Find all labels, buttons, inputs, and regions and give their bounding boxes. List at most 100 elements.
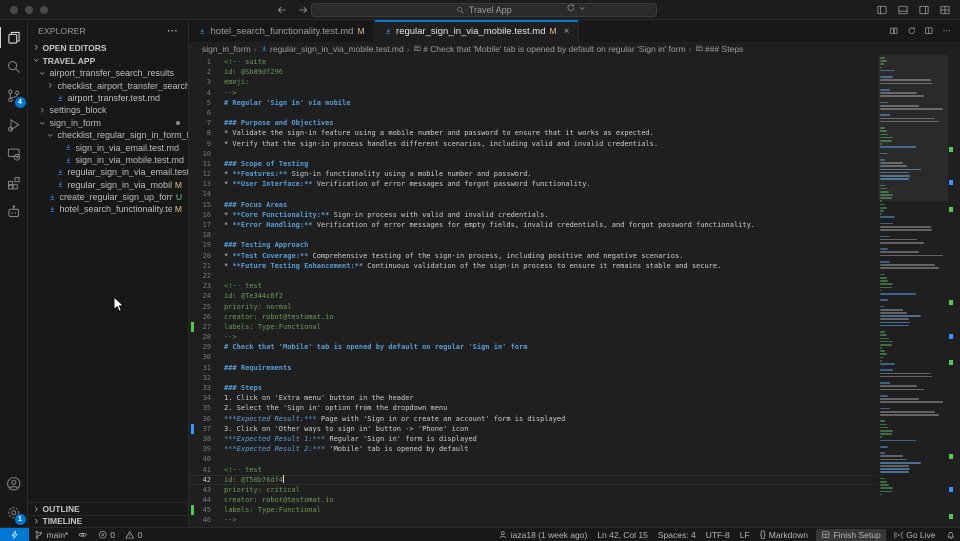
status-encoding[interactable]: UTF-8: [701, 528, 735, 541]
code-line-13[interactable]: 13* **User Interface:** Verification of …: [189, 179, 876, 189]
status-warnings[interactable]: 0: [120, 528, 147, 541]
activitybar-source-control[interactable]: 4: [0, 81, 28, 110]
code-line-20[interactable]: 20* **Test Coverage:** Comprehensive tes…: [189, 251, 876, 261]
code-line-4[interactable]: 4-->: [189, 88, 876, 98]
code-line-28[interactable]: 28-->: [189, 332, 876, 342]
tree-folder-airport-transfer-search-results[interactable]: airport_transfer_search_results: [28, 67, 188, 79]
minimap-slider[interactable]: [878, 55, 948, 201]
code-line-31[interactable]: 31### Requirements: [189, 363, 876, 373]
workspace-root[interactable]: TRAVEL APP: [28, 54, 188, 67]
tree-file-regular-sign-in-via-email-test-md[interactable]: regular_sign_in_via_email.test.md: [28, 166, 188, 178]
status-blame-author[interactable]: iaza18 (1 week ago): [493, 528, 592, 541]
code-line-9[interactable]: 9* Verify that the sign-in process handl…: [189, 139, 876, 149]
more-actions-icon[interactable]: [942, 26, 952, 36]
activitybar-extensions[interactable]: [0, 168, 28, 197]
breadcrumb-item[interactable]: sign_in_form: [202, 44, 251, 54]
status-indentation[interactable]: Spaces: 4: [653, 528, 701, 541]
status-cursor-position[interactable]: Ln 42, Col 15: [592, 528, 653, 541]
tab-hotel-search-functionality-test-md[interactable]: hotel_search_functionality.test.mdM: [189, 20, 375, 42]
breadcrumb-item[interactable]: ### Steps: [695, 44, 744, 54]
code-line-43[interactable]: 43priority: critical: [189, 485, 876, 495]
customize-layout-icon[interactable]: [939, 4, 951, 16]
overview-ruler[interactable]: [948, 55, 960, 527]
code-line-44[interactable]: 44creator: robot@testomat.io: [189, 495, 876, 505]
code-lines[interactable]: 1<!-- suite2id: @Sb89df2963emoji: 4-->5#…: [189, 57, 876, 527]
code-line-19[interactable]: 19### Testing Approach: [189, 240, 876, 250]
close-window-icon[interactable]: [10, 6, 18, 14]
code-line-24[interactable]: 24id: @Te344c6f2: [189, 291, 876, 301]
code-line-15[interactable]: 15### Focus Areas: [189, 200, 876, 210]
code-line-41[interactable]: 41<!-- test: [189, 465, 876, 475]
code-line-46[interactable]: 46-->: [189, 515, 876, 525]
open-editors-section[interactable]: OPEN EDITORS: [28, 41, 188, 54]
code-line-45[interactable]: 45labels: Type:Functional: [189, 505, 876, 515]
tree-folder-settings-block[interactable]: settings_block: [28, 104, 188, 116]
close-icon[interactable]: ×: [564, 26, 570, 37]
code-line-25[interactable]: 25priority: normal: [189, 302, 876, 312]
code-line-33[interactable]: 33### Steps: [189, 383, 876, 393]
activitybar-settings[interactable]: 1: [0, 498, 28, 527]
tab-regular-sign-in-via-mobile-test-md[interactable]: regular_sign_in_via_mobile.test.mdM×: [375, 20, 580, 42]
breadcrumb-item[interactable]: # Check that 'Mobile' tab is opened by d…: [413, 44, 686, 54]
activitybar-remote-explorer[interactable]: [0, 139, 28, 168]
remote-indicator[interactable]: [0, 528, 29, 541]
status-git-branch[interactable]: main*: [29, 528, 73, 541]
chevron-down-icon[interactable]: [578, 4, 587, 13]
status-gitlens-toggle[interactable]: [73, 528, 93, 541]
status-notifications[interactable]: [941, 528, 960, 541]
tree-file-sign-in-via-mobile-test-md[interactable]: sign_in_via_mobile.test.md: [28, 154, 188, 166]
activitybar-run-debug[interactable]: [0, 110, 28, 139]
status-errors[interactable]: 0: [93, 528, 120, 541]
code-line-39[interactable]: 39***Expected Result 2:*** 'Mobile' tab …: [189, 444, 876, 454]
tree-folder-checklist-airport-transfer-search-fie-[interactable]: checklist_airport_transfer_search_fie...: [28, 79, 188, 91]
status-go-live[interactable]: Go Live: [889, 528, 941, 541]
activitybar-accounts[interactable]: [0, 469, 28, 498]
code-line-16[interactable]: 16* **Core Functionality:** Sign-in proc…: [189, 210, 876, 220]
tree-file-airport-transfer-test-md[interactable]: airport_transfer.test.md: [28, 92, 188, 104]
code-line-35[interactable]: 352. Select the 'Sign in' option from th…: [189, 403, 876, 413]
code-line-2[interactable]: 2id: @Sb89df296: [189, 67, 876, 77]
code-line-12[interactable]: 12* **Features:** Sign-in functionality …: [189, 169, 876, 179]
section-timeline[interactable]: TIMELINE: [28, 515, 188, 528]
command-center[interactable]: Travel App: [311, 3, 657, 17]
tree-file-hotel-search-functionality-test-md[interactable]: hotel_search_functionality.test.mdM: [28, 203, 188, 215]
code-line-11[interactable]: 11### Scope of Testing: [189, 159, 876, 169]
code-line-27[interactable]: 27labels: Type:Functional: [189, 322, 876, 332]
code-line-42[interactable]: 42id: @T50b76df4: [189, 475, 876, 485]
toggle-primary-sidebar-icon[interactable]: [876, 4, 888, 16]
split-editor-icon[interactable]: [924, 26, 934, 36]
zoom-window-icon[interactable]: [40, 6, 48, 14]
tree-folder-sign-in-form[interactable]: sign_in_form: [28, 117, 188, 129]
toggle-secondary-sidebar-icon[interactable]: [918, 4, 930, 16]
code-line-17[interactable]: 17* **Error Handling:** Verification of …: [189, 220, 876, 230]
code-line-1[interactable]: 1<!-- suite: [189, 57, 876, 67]
code-line-23[interactable]: 23<!-- test: [189, 281, 876, 291]
code-line-29[interactable]: 29# Check that 'Mobile' tab is opened by…: [189, 342, 876, 352]
activitybar-search[interactable]: [0, 52, 28, 81]
refresh-icon[interactable]: [566, 3, 576, 13]
code-line-34[interactable]: 341. Click on 'Extra menu' button in the…: [189, 393, 876, 403]
status-language-mode[interactable]: {}Markdown: [755, 528, 813, 541]
code-line-10[interactable]: 10: [189, 149, 876, 159]
window-controls[interactable]: [0, 6, 48, 14]
code-line-38[interactable]: 38***Expected Result 1:*** Regular 'Sign…: [189, 434, 876, 444]
activitybar-explorer[interactable]: [0, 23, 28, 52]
code-line-37[interactable]: 373. Click on 'Other ways to sign in' bu…: [189, 424, 876, 434]
code-line-18[interactable]: 18: [189, 230, 876, 240]
more-actions-icon[interactable]: ⋯: [167, 24, 178, 37]
code-line-26[interactable]: 26creator: robot@testomat.io: [189, 312, 876, 322]
tree-folder-checklist-regular-sign-in-form-field-[interactable]: checklist_regular_sign_in_form_field...: [28, 129, 188, 141]
code-line-8[interactable]: 8* Validate the sign-in feature using a …: [189, 128, 876, 138]
code-line-21[interactable]: 21* **Future Testing Enhancement:** Cont…: [189, 261, 876, 271]
minimap[interactable]: [878, 55, 948, 527]
section-outline[interactable]: OUTLINE: [28, 502, 188, 515]
code-editor[interactable]: 1<!-- suite2id: @Sb89df2963emoji: 4-->5#…: [189, 55, 960, 527]
tree-file-sign-in-via-email-test-md[interactable]: sign_in_via_email.test.md: [28, 141, 188, 153]
status-finish-setup[interactable]: Finish Setup: [816, 529, 886, 541]
refresh-icon[interactable]: [907, 26, 917, 36]
code-line-5[interactable]: 5# Regular 'Sign in' via mobile: [189, 98, 876, 108]
toggle-panel-icon[interactable]: [897, 4, 909, 16]
open-changes-icon[interactable]: [889, 26, 899, 36]
reload-dropdown[interactable]: [566, 3, 586, 13]
back-arrow-icon[interactable]: [276, 4, 288, 16]
